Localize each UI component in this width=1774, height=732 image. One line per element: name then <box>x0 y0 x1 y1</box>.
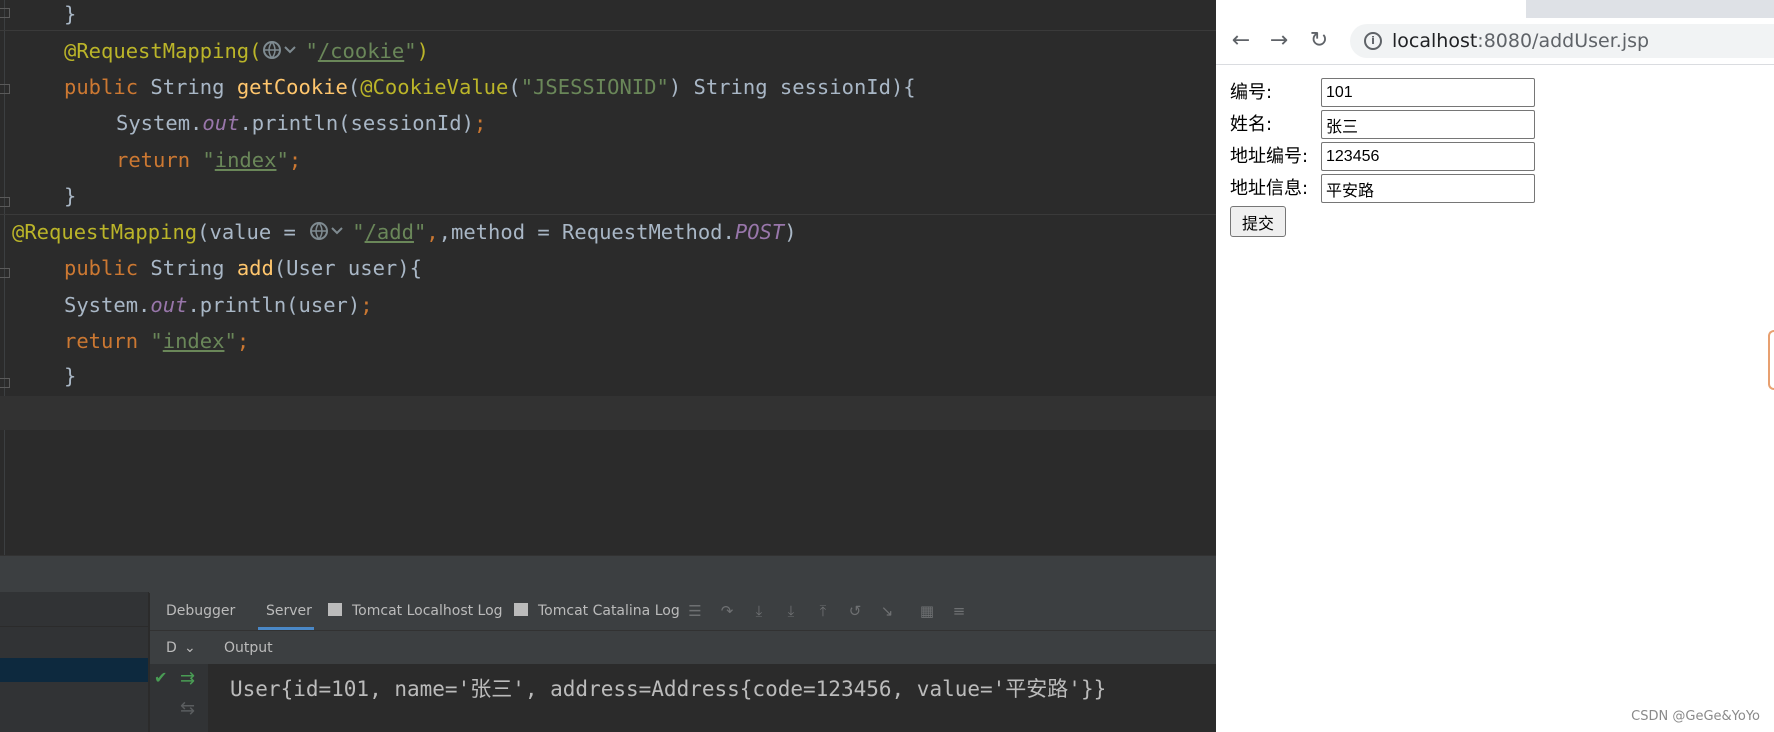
frames-pane[interactable] <box>0 592 149 732</box>
console-gutter: ✔ ⇉ ⇆ <box>150 664 208 732</box>
fold-marker-icon[interactable] <box>0 378 10 388</box>
fold-marker-icon[interactable] <box>0 8 10 18</box>
id-label: 编号: <box>1230 82 1273 103</box>
force-step-into-icon[interactable]: ⤓ <box>782 602 800 620</box>
submit-button[interactable]: 提交 <box>1230 206 1286 237</box>
tab-strip <box>1216 0 1774 18</box>
drop-frame-icon[interactable]: ↺ <box>846 602 864 620</box>
deployment-label: D <box>166 640 177 656</box>
address-value-label: 地址信息: <box>1230 178 1309 199</box>
tab-server[interactable]: Server <box>258 592 314 630</box>
trace-icon[interactable]: ≡ <box>950 602 968 620</box>
fold-marker-icon[interactable] <box>0 268 10 278</box>
code-line: } <box>64 2 77 26</box>
forward-arrow-icon[interactable]: → <box>1266 28 1292 54</box>
tab-tomcat-localhost-log[interactable]: Tomcat Localhost Log <box>352 592 503 630</box>
browser-window: ← → ↻ i localhost:8080/addUser.jsp 编号: 姓… <box>1216 0 1774 732</box>
code-line: System.out.println(user); <box>64 293 373 317</box>
fold-marker-icon[interactable] <box>0 84 10 94</box>
step-over-icon[interactable]: ↷ <box>718 602 736 620</box>
id-input[interactable] <box>1321 78 1535 107</box>
browser-tab-active[interactable] <box>1216 0 1526 18</box>
caret-line-highlight <box>0 396 1216 430</box>
code-editor[interactable]: } @RequestMapping("/cookie") public Stri… <box>0 0 1216 555</box>
info-icon[interactable]: i <box>1364 32 1382 50</box>
code-line: } <box>64 364 77 388</box>
output-subheader: D ⌄ Output <box>150 630 1216 665</box>
browser-tab-inactive[interactable] <box>1526 0 1774 18</box>
output-label: Output <box>224 640 273 656</box>
tab-tomcat-catalina-log[interactable]: Tomcat Catalina Log <box>538 592 680 630</box>
side-panel-handle[interactable] <box>1768 330 1774 390</box>
reload-icon[interactable]: ↻ <box>1306 28 1332 54</box>
undeploy-icon[interactable]: ⇆ <box>180 698 195 719</box>
name-input[interactable] <box>1321 110 1535 139</box>
address-code-input[interactable] <box>1321 142 1535 171</box>
code-line: @RequestMapping("/cookie") <box>64 38 429 63</box>
back-arrow-icon[interactable]: ← <box>1228 28 1254 54</box>
panel-header-bar <box>0 555 1216 593</box>
console-icon <box>328 603 342 616</box>
code-line: @RequestMapping(value = "/add",,method =… <box>12 219 797 244</box>
panel-tabs: Debugger Server Tomcat Localhost Log Tom… <box>150 592 1216 630</box>
code-line: public String add(User user){ <box>64 256 422 280</box>
code-line: System.out.println(sessionId); <box>116 111 487 135</box>
step-into-icon[interactable]: ⤓ <box>750 602 768 620</box>
address-bar[interactable]: i localhost:8080/addUser.jsp <box>1350 24 1774 58</box>
address-value-input[interactable] <box>1321 174 1535 203</box>
code-line: return "index"; <box>64 329 250 353</box>
pane-divider <box>0 626 148 627</box>
evaluate-icon[interactable]: ▦ <box>918 602 936 620</box>
menu-icon[interactable]: ☰ <box>686 602 704 620</box>
globe-icon[interactable] <box>261 38 305 62</box>
step-out-icon[interactable]: ⤒ <box>814 602 832 620</box>
browser-toolbar: ← → ↻ i localhost:8080/addUser.jsp <box>1216 18 1774 65</box>
check-icon: ✔ <box>154 668 168 687</box>
address-code-label: 地址编号: <box>1230 146 1309 167</box>
tab-debugger[interactable]: Debugger <box>166 592 235 630</box>
console-icon <box>514 603 528 616</box>
method-separator <box>0 30 1216 31</box>
globe-icon[interactable] <box>308 219 352 243</box>
console-output-line: User{id=101, name='张三', address=Address{… <box>230 677 1107 701</box>
code-line: } <box>64 184 77 208</box>
url-text: localhost:8080/addUser.jsp <box>1392 30 1650 52</box>
debug-panel: Debugger Server Tomcat Localhost Log Tom… <box>0 555 1216 732</box>
selected-frame-row[interactable] <box>0 658 148 682</box>
output-console[interactable]: ✔ ⇉ ⇆ User{id=101, name='张三', address=Ad… <box>150 664 1216 732</box>
name-label: 姓名: <box>1230 114 1273 135</box>
chevron-down-icon[interactable]: ⌄ <box>184 631 196 665</box>
run-to-cursor-icon[interactable]: ↘ <box>878 602 896 620</box>
watermark: CSDN @GeGe&YoYo <box>1631 709 1760 724</box>
fold-marker-icon[interactable] <box>0 197 10 207</box>
code-line: return "index"; <box>116 148 302 172</box>
redeploy-icon[interactable]: ⇉ <box>180 668 195 689</box>
code-line: public String getCookie(@CookieValue("JS… <box>64 75 916 99</box>
